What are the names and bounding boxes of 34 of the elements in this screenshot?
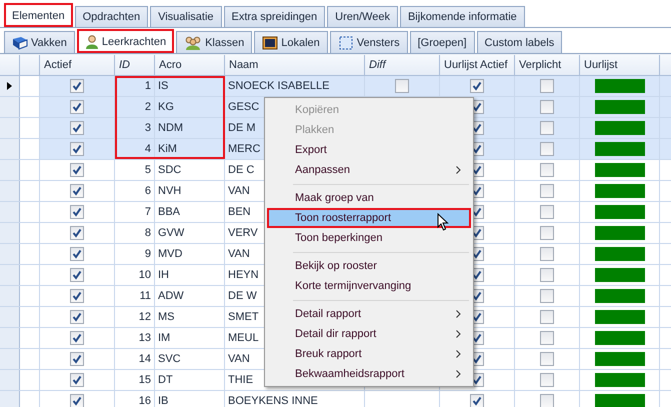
- table-cell: 6: [115, 181, 155, 201]
- table-cell: 9: [115, 244, 155, 264]
- table-cell: ADW: [155, 286, 225, 306]
- table-cell: 4: [115, 139, 155, 159]
- table-cell: 8: [115, 223, 155, 243]
- table-cell: 12: [115, 307, 155, 327]
- table-cell: SDC: [155, 160, 225, 180]
- table-cell: BBA: [155, 202, 225, 222]
- table-cell: 16: [115, 391, 155, 407]
- table-cell: KiM: [155, 139, 225, 159]
- table-cell: IB: [155, 391, 225, 407]
- table-cell: GVW: [155, 223, 225, 243]
- table-cell: DT: [155, 370, 225, 390]
- table-cell: MS: [155, 307, 225, 327]
- table-cell: MVD: [155, 244, 225, 264]
- table-cell: 5: [115, 160, 155, 180]
- table-cell: 1: [115, 76, 155, 96]
- table-cell: 2: [115, 97, 155, 117]
- table-cell: IS: [155, 76, 225, 96]
- table-cell: KG: [155, 97, 225, 117]
- table-cell: IH: [155, 265, 225, 285]
- table-cell: 11: [115, 286, 155, 306]
- table-cell: IM: [155, 328, 225, 348]
- table-cell: 13: [115, 328, 155, 348]
- table-cell: 15: [115, 370, 155, 390]
- table-cell: 3: [115, 118, 155, 138]
- table-cell: 14: [115, 349, 155, 369]
- table-cell: BOEYKENS INNE: [225, 391, 365, 407]
- table-cell: SVC: [155, 349, 225, 369]
- table-cell: 7: [115, 202, 155, 222]
- table-cell: NDM: [155, 118, 225, 138]
- table-cell: NVH: [155, 181, 225, 201]
- table-cell: SNOECK ISABELLE: [225, 76, 365, 96]
- table-cell: 10: [115, 265, 155, 285]
